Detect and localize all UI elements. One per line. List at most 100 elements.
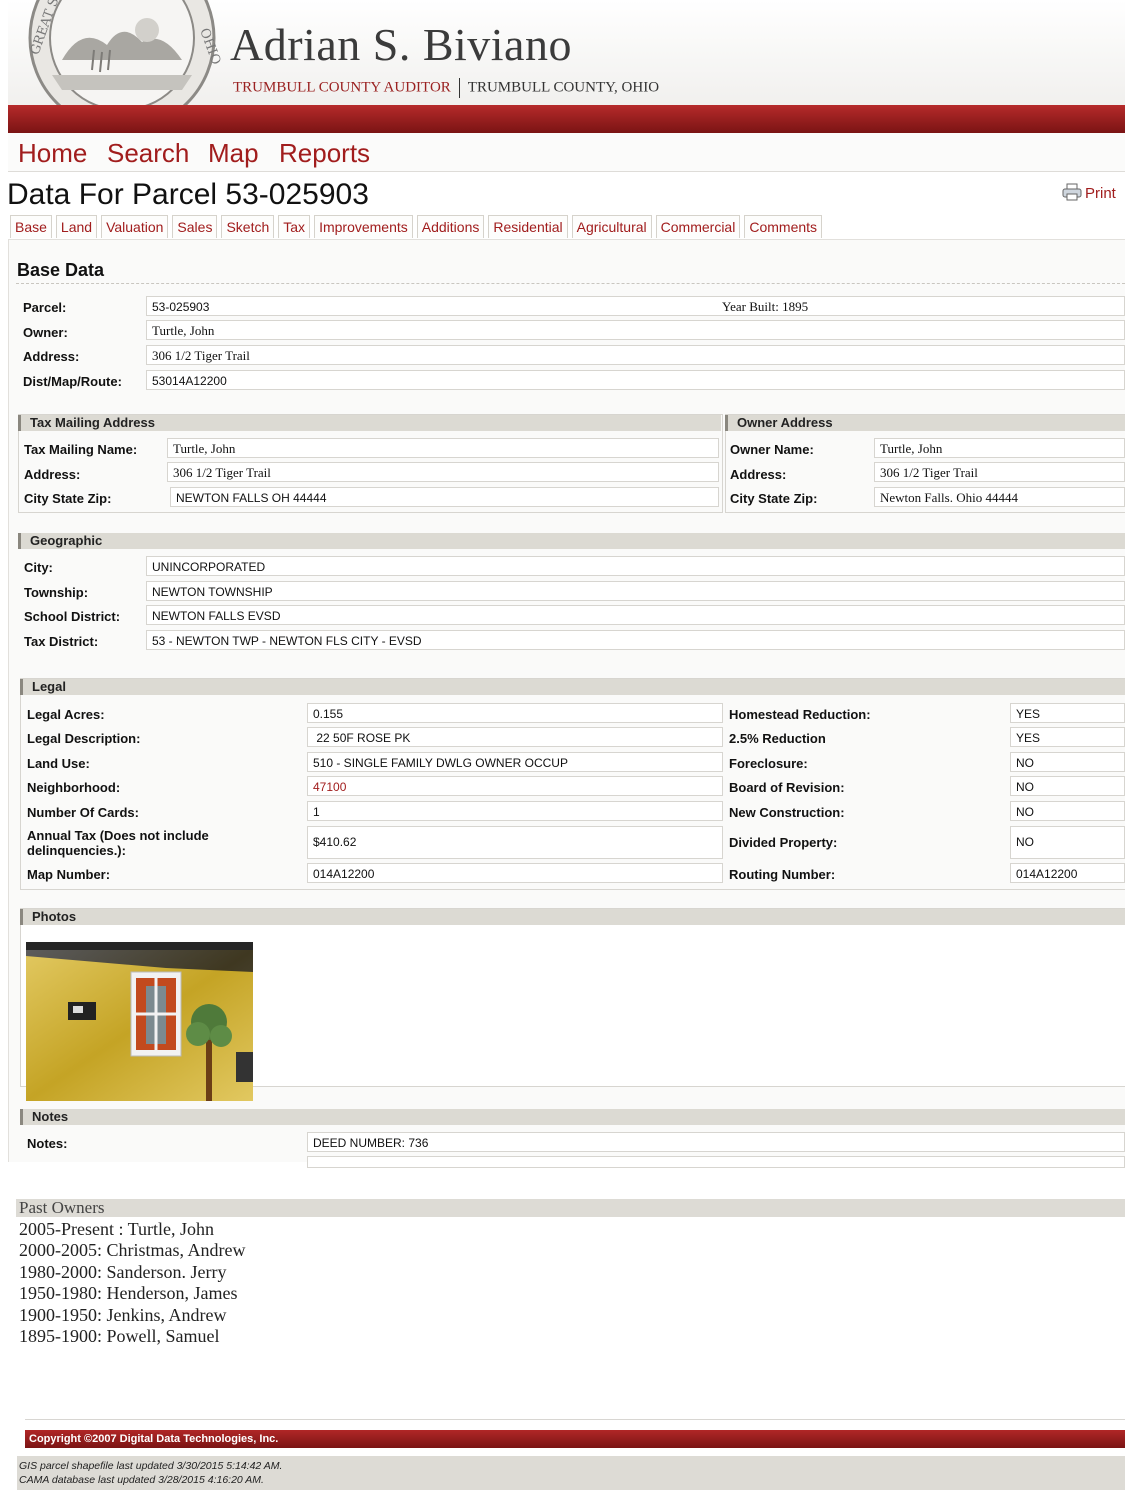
print-label: Print (1085, 185, 1116, 202)
map-number-label: Map Number: (27, 867, 111, 882)
city-value: UNINCORPORATED (146, 556, 1125, 576)
land-use-label: Land Use: (27, 756, 90, 771)
past-owner-item: 1950-1980: Henderson, James (19, 1283, 238, 1303)
geographic-heading: Geographic (18, 533, 1125, 549)
legal-description-value: 22 50F ROSE PK (307, 727, 723, 747)
neighborhood-link[interactable]: 47100 (307, 776, 723, 796)
number-of-cards-value: 1 (307, 801, 723, 821)
tax-mailing-csz-value: NEWTON FALLS OH 44444 (170, 487, 719, 507)
tax-mailing-name-value: Turtle, John (167, 438, 719, 458)
board-of-revision-value: NO (1010, 776, 1125, 796)
base-data-heading: Base Data (17, 260, 105, 280)
divided-property-label: Divided Property: (729, 835, 838, 850)
township-value: NEWTON TOWNSHIP (146, 581, 1125, 601)
auditor-label: TRUMBULL COUNTY AUDITOR (233, 79, 451, 96)
printer-icon (1062, 183, 1082, 201)
notes-label: Notes: (27, 1136, 68, 1151)
tab-land[interactable]: Land (55, 215, 98, 238)
homestead-reduction-label: Homestead Reduction: (729, 707, 871, 722)
print-button[interactable]: Print (1062, 183, 1116, 202)
legal-acres-label: Legal Acres: (27, 707, 105, 722)
county-label: TRUMBULL COUNTY, OHIO (467, 79, 660, 96)
past-owner-item: 1895-1900: Powell, Samuel (19, 1326, 220, 1346)
divided-property-value: NO (1010, 826, 1125, 859)
parcel-tabs: Base Land Valuation Sales Sketch Tax Imp… (10, 215, 826, 239)
dist-map-route-label: Dist/Map/Route: (23, 374, 122, 389)
new-construction-value: NO (1010, 801, 1125, 821)
owner-address-label: Address: (730, 467, 787, 482)
city-label: City: (24, 560, 53, 575)
township-label: Township: (24, 585, 89, 600)
tab-improvements[interactable]: Improvements (314, 215, 413, 238)
tax-district-label: Tax District: (24, 634, 99, 649)
nav-home[interactable]: Home (18, 138, 87, 169)
tab-base[interactable]: Base (10, 215, 52, 238)
reduction-2-5-value: YES (1010, 727, 1125, 747)
tab-residential[interactable]: Residential (488, 215, 568, 238)
routing-number-label: Routing Number: (729, 867, 836, 882)
tab-additions[interactable]: Additions (416, 215, 485, 238)
tab-comments[interactable]: Comments (744, 215, 823, 238)
page-title: Data For Parcel 53-025903 (7, 178, 369, 211)
tab-tax[interactable]: Tax (278, 215, 311, 238)
tab-commercial[interactable]: Commercial (655, 215, 741, 238)
site-subtitle: TRUMBULL COUNTY AUDITOR TRUMBULL COUNTY, … (233, 78, 659, 98)
new-construction-label: New Construction: (729, 805, 845, 820)
tab-sketch[interactable]: Sketch (221, 215, 275, 238)
owner-address-value: 306 1/2 Tiger Trail (874, 462, 1125, 482)
tab-agricultural[interactable]: Agricultural (571, 215, 652, 238)
site-header: GREAT SEAL OHIO Adrian S. Biviano TRUMBU… (8, 0, 1125, 108)
nav-search[interactable]: Search (107, 138, 189, 169)
parcel-label: Parcel: (23, 300, 67, 315)
site-title: Adrian S. Biviano (230, 19, 572, 70)
gis-update-text: GIS parcel shapefile last updated 3/30/2… (19, 1460, 283, 1472)
past-owner-item: 1900-1950: Jenkins, Andrew (19, 1305, 227, 1325)
cama-update-text: CAMA database last updated 3/28/2015 4:1… (19, 1474, 264, 1486)
nav-reports[interactable]: Reports (279, 138, 370, 169)
owner-address-heading: Owner Address (725, 415, 1125, 431)
address-value: 306 1/2 Tiger Trail (146, 345, 1125, 365)
map-number-value: 014A12200 (307, 863, 723, 883)
past-owners-heading: Past Owners (16, 1199, 1125, 1217)
main-nav: Home Search Map Reports (8, 133, 1125, 172)
board-of-revision-label: Board of Revision: (729, 780, 845, 795)
land-use-value: 510 - SINGLE FAMILY DWLG OWNER OCCUP (307, 752, 723, 772)
school-district-value: NEWTON FALLS EVSD (146, 605, 1125, 625)
state-seal-logo: GREAT SEAL OHIO (22, 0, 222, 108)
tax-mailing-address-label: Address: (24, 467, 81, 482)
notes-value-extra (307, 1156, 1125, 1168)
parcel-value: 53-025903 Year Built: 1895 (146, 296, 1125, 316)
notes-value: DEED NUMBER: 736 (307, 1132, 1125, 1152)
tax-mailing-address-value: 306 1/2 Tiger Trail (167, 462, 719, 482)
photos-heading: Photos (20, 909, 1125, 925)
tax-district-value: 53 - NEWTON TWP - NEWTON FLS CITY - EVSD (146, 630, 1125, 650)
reduction-2-5-label: 2.5% Reduction (729, 731, 826, 746)
routing-number-value: 014A12200 (1010, 863, 1125, 883)
year-built: Year Built: 1895 (722, 299, 809, 314)
owner-name-label: Owner Name: (730, 442, 814, 457)
homestead-reduction-value: YES (1010, 703, 1125, 723)
parcel-photo[interactable] (26, 942, 253, 1101)
foreclosure-value: NO (1010, 752, 1125, 772)
school-district-label: School District: (24, 609, 121, 624)
legal-acres-value: 0.155 (307, 703, 723, 723)
legal-heading: Legal (20, 679, 1125, 695)
nav-map[interactable]: Map (208, 138, 259, 169)
owner-value: Turtle, John (146, 320, 1125, 340)
tab-valuation[interactable]: Valuation (101, 215, 169, 238)
address-label: Address: (23, 349, 80, 364)
update-info: GIS parcel shapefile last updated 3/30/2… (17, 1456, 1125, 1490)
tab-sales[interactable]: Sales (172, 215, 218, 238)
foreclosure-label: Foreclosure: (729, 756, 808, 771)
footer-divider (25, 1419, 1125, 1420)
number-of-cards-label: Number Of Cards: (27, 805, 139, 820)
tax-mailing-csz-label: City State Zip: (24, 491, 112, 506)
dist-map-route-value: 53014A12200 (146, 370, 1125, 390)
subtitle-divider (458, 78, 460, 98)
tax-mailing-heading: Tax Mailing Address (18, 415, 721, 431)
past-owner-item: 2000-2005: Christmas, Andrew (19, 1240, 246, 1260)
tax-mailing-name-label: Tax Mailing Name: (24, 442, 138, 457)
legal-description-label: Legal Description: (27, 731, 141, 746)
neighborhood-label: Neighborhood: (27, 780, 121, 795)
owner-csz-value: Newton Falls. Ohio 44444 (874, 487, 1125, 507)
